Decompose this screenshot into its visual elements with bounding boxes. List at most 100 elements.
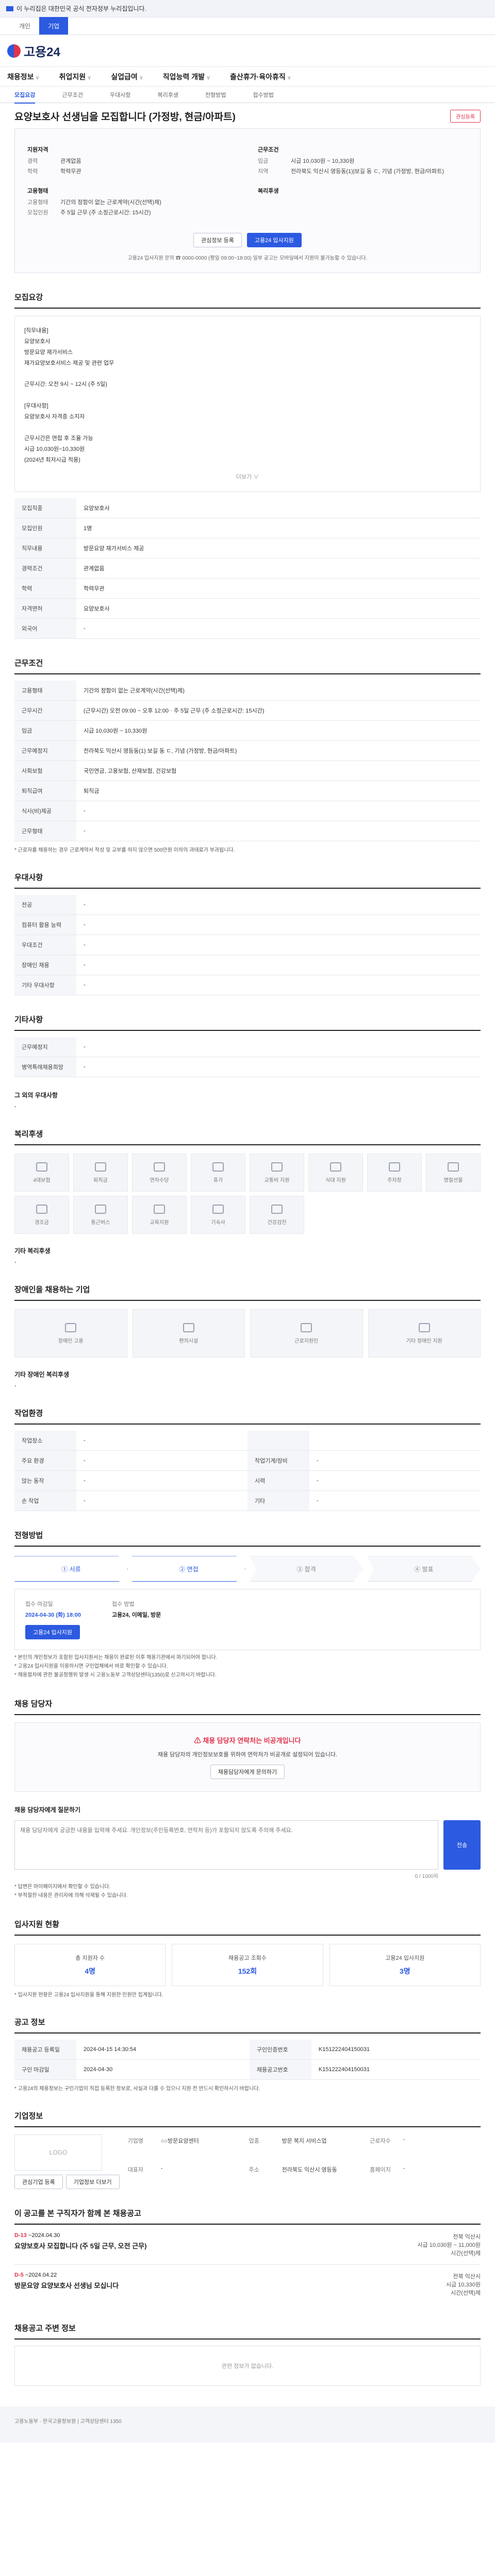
row-value: - bbox=[76, 935, 481, 956]
row-label: 구인 마감일 bbox=[14, 2059, 76, 2080]
gnb-item-jobs[interactable]: 채용정보 ∨ bbox=[7, 72, 40, 82]
more-button[interactable]: 더보기 ∨ bbox=[24, 472, 471, 483]
row-value: 1명 bbox=[76, 518, 481, 539]
stat-card: 채용공고 조회수 152회 bbox=[172, 1944, 323, 1987]
anchor-welfare[interactable]: 복리후생 bbox=[157, 91, 178, 99]
gnb-item-support[interactable]: 취업지원 ∨ bbox=[59, 72, 92, 82]
anchor-apply[interactable]: 접수방법 bbox=[253, 91, 273, 99]
welfare-label: 휴가 bbox=[213, 1177, 223, 1183]
disability-item: 기타 장애인 지원 bbox=[368, 1309, 481, 1358]
row-label: 사회보험 bbox=[14, 760, 76, 782]
company-more-button[interactable]: 기업정보 더보기 bbox=[65, 2175, 120, 2190]
welfare-label: 통근버스 bbox=[91, 1219, 110, 1226]
section-title: 장애인을 채용하는 기업 bbox=[14, 1284, 481, 1301]
site-logo[interactable]: 고용24 bbox=[7, 42, 60, 60]
disability-other-value: - bbox=[14, 1383, 16, 1389]
company-interest-button[interactable]: 관심기업 등록 bbox=[14, 2175, 63, 2190]
company-row: 주소 전라북도 익산시 영등동 bbox=[249, 2165, 359, 2187]
anchor-process[interactable]: 전형방법 bbox=[205, 91, 226, 99]
question-input[interactable] bbox=[14, 1820, 438, 1870]
row-label: 식사(비)제공 bbox=[14, 801, 76, 822]
gnb-item-leave[interactable]: 출산휴가·육아휴직 ∨ bbox=[230, 72, 291, 82]
disability-item: 장애인 고용 bbox=[14, 1309, 127, 1358]
stats-section: 입사지원 현황 총 지원자 수 4명 채용공고 조회수 152회 고용24 입사지원… bbox=[14, 1919, 481, 1998]
anchor-preference[interactable]: 우대사항 bbox=[110, 91, 130, 99]
welfare-label: 교통비 지원 bbox=[264, 1177, 290, 1183]
send-button[interactable]: 전송 bbox=[443, 1820, 481, 1870]
disability-icon bbox=[301, 1323, 312, 1332]
contact-request-button[interactable]: 채용담당자에게 문의하기 bbox=[210, 1765, 285, 1780]
anchor-recruit[interactable]: 모집요강 bbox=[14, 91, 36, 104]
section-title: 작업환경 bbox=[14, 1408, 481, 1425]
description-line: 근무시간: 오전 9시 ~ 12시 (주 5일) bbox=[24, 381, 107, 388]
welfare-other-title: 기타 복리후생 bbox=[14, 1247, 51, 1255]
preference-section: 우대사항 전공 - 컴퓨터 활용 능력 - 우대조건 - 장애인 채용 - 기타 우대사항 - bbox=[14, 872, 481, 996]
company-row-label: 근로자수 bbox=[370, 2138, 391, 2145]
disability-grid: 장애인 고용 편의시설 근로지원인 기타 장애인 지원 bbox=[14, 1309, 481, 1358]
welfare-icon bbox=[154, 1162, 165, 1172]
gnb-item-training[interactable]: 직업능력 개발 ∨ bbox=[163, 72, 210, 82]
table-row: 학력 학력무관 bbox=[14, 578, 481, 599]
step-document: ① 서류 bbox=[14, 1556, 128, 1582]
welfare-item: 퇴직금 bbox=[73, 1154, 128, 1192]
deadline-date: ~2024.04.22 bbox=[25, 2272, 57, 2279]
row-label: 모집직종 bbox=[14, 498, 76, 519]
tab-individual[interactable]: 개인 bbox=[10, 17, 39, 35]
welfare-label: 주차장 bbox=[387, 1177, 402, 1183]
similar-item-title[interactable]: 방문요양 요양보호사 선생님 모십니다 bbox=[14, 2280, 119, 2290]
welfare-label: 교육지원 bbox=[150, 1219, 169, 1226]
table-row: 기타 우대사항 - bbox=[14, 975, 481, 996]
similar-item-title[interactable]: 요양보호사 모집합니다 (주 5일 근무, 오전 근무) bbox=[14, 2241, 146, 2250]
welfare-icon bbox=[212, 1162, 224, 1172]
row-value: - bbox=[309, 1470, 481, 1492]
row-value: 요양보호사 bbox=[76, 498, 481, 519]
welfare-item: 경조금 bbox=[14, 1196, 69, 1234]
row-label: 기타 우대사항 bbox=[14, 975, 76, 996]
description-line: (2024년 최저시급 적용) bbox=[24, 456, 80, 463]
apply-button-2[interactable]: 고용24 입사지원 bbox=[25, 1625, 80, 1640]
summary-row: 고용형태 기간의 정함이 없는 근로계약(시간(선택)제) bbox=[27, 199, 161, 206]
section-title: 모집요강 bbox=[14, 292, 481, 309]
similar-section: 이 공고를 본 구직자가 함께 본 채용공고 D-13 ~2024.04.30 요… bbox=[14, 2208, 481, 2304]
stat-card: 고용24 입사지원 3명 bbox=[329, 1944, 481, 1987]
similar-item-date-row: D-13 ~2024.04.30 bbox=[14, 2232, 146, 2239]
welfare-item: 주차장 bbox=[367, 1154, 422, 1192]
welfare-icon bbox=[95, 1204, 106, 1214]
company-row-label: 대표자 bbox=[127, 2167, 144, 2174]
row-value: - bbox=[76, 821, 481, 842]
row-value: - bbox=[76, 1431, 248, 1451]
scrap-button[interactable]: 관심등록 bbox=[450, 110, 481, 123]
description-lines: [직무내용] 요양보호사 방문요양 재가서비스 재가요양보호서비스 제공 및 관련 업… bbox=[24, 326, 471, 466]
stat-card: 총 지원자 수 4명 bbox=[14, 1944, 166, 1987]
row-label: 모집인원 bbox=[14, 518, 76, 539]
contact-private-message: 채용 담당자의 개인정보보호를 위하여 연락처가 비공개로 설정되어 있습니다. bbox=[157, 1752, 338, 1758]
summary-row: 모집인원 주 5일 근무 (주 소정근로시간: 15시간) bbox=[27, 210, 151, 216]
gnb-item-unemployment[interactable]: 실업급여 ∨ bbox=[111, 72, 143, 82]
welfare-item: 명절선물 bbox=[426, 1154, 481, 1192]
meta-note: * 고용24의 채용정보는 구인기업이 직접 등록한 정보로, 사실과 다를 수… bbox=[14, 2086, 260, 2092]
table-row: 식사(비)제공 - bbox=[14, 801, 481, 822]
similar-item-meta: 전북 익산시 시급 10,030원 ~ 11,000원 시간(선택)제 bbox=[417, 2232, 481, 2257]
apply-button[interactable]: 고용24 입사지원 bbox=[246, 233, 302, 247]
row-label bbox=[248, 1431, 309, 1451]
step-announce: ④ 발표 bbox=[367, 1556, 481, 1582]
row-value: 2024-04-30 bbox=[76, 2059, 250, 2080]
row-label: 작업기계/장비 bbox=[248, 1450, 309, 1471]
welfare-grid: 4대보험 퇴직금 연차수당 휴가 교통비 지원 식대 지원 주차장 명절선물 경조금 통근버스 교육… bbox=[14, 1154, 481, 1234]
tab-company[interactable]: 기업 bbox=[39, 17, 69, 35]
description-line: 요양보호사 bbox=[24, 338, 51, 345]
similar-item-pay: 시급 10,030원 ~ 11,000원 bbox=[417, 2242, 481, 2249]
table-row: 구인 마감일 2024-04-30 채용공고번호 K151222404150031 bbox=[14, 2059, 481, 2080]
summary-conditions-heading: 근무조건 bbox=[258, 147, 279, 153]
gov-notice-bar: 이 누리집은 대한민국 공식 전자정부 누리집입니다. bbox=[0, 0, 495, 18]
similar-item[interactable]: D-13 ~2024.04.30 요양보호사 모집합니다 (주 5일 근무, 오전… bbox=[14, 2225, 481, 2264]
row-label: 직무내용 bbox=[14, 538, 76, 559]
interest-register-button[interactable]: 관심정보 등록 bbox=[193, 233, 242, 247]
table-row: 근무예정지 - bbox=[14, 1037, 481, 1058]
welfare-icon bbox=[448, 1162, 459, 1172]
similar-item[interactable]: D-5 ~2024.04.22 방문요양 요양보호사 선생님 모십니다 전북 익산시… bbox=[14, 2264, 481, 2304]
site-header: 고용24 bbox=[0, 35, 495, 67]
disability-label: 편의시설 bbox=[179, 1338, 199, 1344]
row-label: 임금 bbox=[14, 720, 76, 741]
anchor-conditions[interactable]: 근무조건 bbox=[62, 91, 82, 99]
